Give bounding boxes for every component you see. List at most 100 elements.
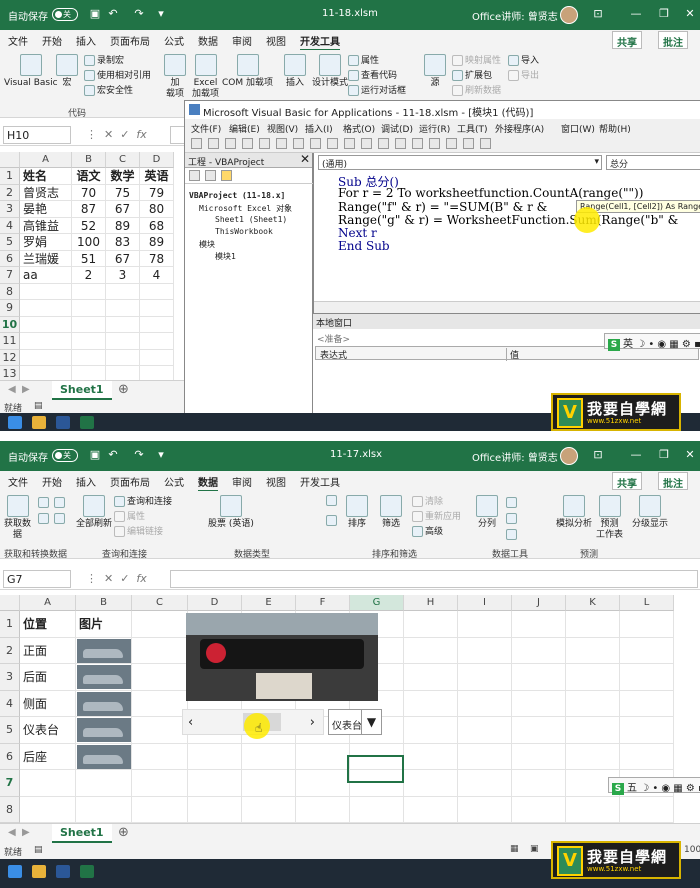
reset-icon[interactable] bbox=[378, 138, 389, 149]
table-cell[interactable] bbox=[404, 770, 458, 797]
excel-taskbar-icon[interactable] bbox=[80, 416, 94, 429]
row-header[interactable]: 3 bbox=[0, 201, 20, 218]
table-cell[interactable] bbox=[20, 283, 72, 300]
restore-icon[interactable]: ❐ bbox=[656, 6, 672, 22]
code-hscrollbar[interactable] bbox=[314, 301, 700, 313]
vbe-menu-item[interactable]: 窗口(W) bbox=[561, 122, 595, 135]
clear-filter-button[interactable]: 清除 bbox=[412, 496, 443, 508]
table-cell[interactable]: 正面 bbox=[20, 637, 76, 664]
expansion-packs-button[interactable]: 扩展包 bbox=[452, 70, 492, 82]
table-cell[interactable] bbox=[76, 796, 132, 823]
table-cell[interactable] bbox=[242, 796, 296, 823]
import-button[interactable]: 导入 bbox=[508, 55, 539, 67]
avatar[interactable] bbox=[560, 447, 578, 465]
row-header[interactable]: 1 bbox=[0, 168, 20, 185]
run-icon[interactable] bbox=[344, 138, 355, 149]
table-cell[interactable] bbox=[458, 717, 512, 744]
car-thumbnail[interactable] bbox=[77, 718, 131, 742]
scroll-left-button[interactable]: ‹ bbox=[188, 715, 193, 730]
column-header[interactable]: B bbox=[76, 595, 132, 611]
paste-icon[interactable] bbox=[276, 138, 287, 149]
tab-developer[interactable]: 开发工具 bbox=[300, 474, 340, 489]
table-cell[interactable] bbox=[620, 664, 674, 691]
undo-icon[interactable]: ↶ bbox=[106, 448, 120, 462]
vbe-menu-item[interactable]: 外接程序(A) bbox=[495, 122, 544, 135]
table-cell[interactable] bbox=[20, 333, 72, 350]
flash-fill-icon[interactable] bbox=[506, 497, 517, 508]
sheet-tab[interactable]: Sheet1 bbox=[52, 824, 112, 843]
table-cell[interactable] bbox=[106, 316, 140, 333]
table-cell[interactable] bbox=[188, 743, 242, 770]
table-cell[interactable] bbox=[512, 770, 566, 797]
table-cell[interactable] bbox=[404, 690, 458, 717]
accessibility-icon[interactable]: ▤ bbox=[34, 845, 43, 855]
copy-icon[interactable] bbox=[259, 138, 270, 149]
row-header[interactable]: 9 bbox=[0, 300, 20, 317]
table-cell[interactable]: 4 bbox=[140, 267, 174, 284]
visual-basic-button[interactable]: Visual Basic bbox=[4, 54, 58, 89]
vbe-menu-item[interactable]: 格式(O) bbox=[343, 122, 375, 135]
tree-sheet1[interactable]: Sheet1 (Sheet1) bbox=[215, 215, 287, 224]
redo-icon[interactable]: ↷ bbox=[132, 448, 146, 462]
object-combo[interactable]: (通用) ▾ bbox=[318, 155, 602, 170]
properties-button[interactable]: 属性 bbox=[348, 55, 379, 67]
object-browser-icon[interactable] bbox=[446, 138, 457, 149]
table-cell[interactable] bbox=[620, 611, 674, 638]
column-header[interactable]: A bbox=[20, 152, 72, 168]
table-cell[interactable] bbox=[72, 300, 106, 317]
table-cell[interactable] bbox=[188, 770, 242, 797]
table-cell[interactable] bbox=[566, 611, 620, 638]
tab-page-layout[interactable]: 页面布局 bbox=[110, 474, 150, 489]
table-cell[interactable]: 83 bbox=[106, 234, 140, 251]
tree-excel-objects[interactable]: Microsoft Excel 对象 bbox=[199, 203, 292, 214]
table-cell[interactable] bbox=[458, 770, 512, 797]
refresh-all-button[interactable]: 全部刷新 bbox=[76, 495, 112, 530]
minimize-icon[interactable]: — bbox=[628, 6, 644, 22]
macros-button[interactable]: 宏 bbox=[56, 54, 78, 89]
table-cell[interactable] bbox=[72, 366, 106, 380]
close-icon[interactable]: ✕ bbox=[682, 6, 698, 22]
view-object-icon[interactable] bbox=[205, 170, 216, 181]
code-line[interactable]: Range("f" & r) = "=SUM(B" & r & bbox=[338, 200, 547, 214]
table-cell[interactable] bbox=[296, 796, 350, 823]
tab-developer[interactable]: 开发工具 bbox=[300, 33, 340, 51]
table-cell[interactable] bbox=[132, 717, 188, 744]
outline-button[interactable]: 分级显示 bbox=[632, 495, 668, 530]
save-icon[interactable] bbox=[225, 138, 236, 149]
table-cell[interactable]: 兰瑞媛 bbox=[20, 250, 72, 267]
save-icon[interactable]: ▣ bbox=[88, 448, 102, 462]
row-header[interactable]: 4 bbox=[0, 217, 20, 234]
column-header[interactable]: L bbox=[620, 595, 674, 611]
tab-formulas[interactable]: 公式 bbox=[164, 33, 184, 48]
tab-review[interactable]: 审阅 bbox=[232, 474, 252, 489]
table-cell[interactable] bbox=[350, 796, 404, 823]
filter-button[interactable]: 筛选 bbox=[380, 495, 402, 530]
table-cell[interactable]: 高锥益 bbox=[20, 217, 72, 234]
row-header[interactable]: 5 bbox=[0, 717, 20, 744]
table-cell[interactable] bbox=[620, 690, 674, 717]
table-cell[interactable] bbox=[620, 796, 674, 823]
table-cell[interactable] bbox=[296, 770, 350, 797]
table-cell[interactable]: aa bbox=[20, 267, 72, 284]
table-cell[interactable] bbox=[188, 796, 242, 823]
add-sheet-icon[interactable]: ⊕ bbox=[118, 825, 129, 840]
macro-security-button[interactable]: 宏安全性 bbox=[84, 85, 133, 97]
tab-insert[interactable]: 插入 bbox=[76, 33, 96, 48]
source-button[interactable]: 源 bbox=[424, 54, 446, 89]
table-cell[interactable] bbox=[620, 743, 674, 770]
table-cell[interactable] bbox=[106, 333, 140, 350]
accessibility-icon[interactable]: ▤ bbox=[34, 401, 43, 411]
row-header[interactable]: 1 bbox=[0, 611, 20, 638]
table-cell[interactable]: 曾贤志 bbox=[20, 184, 72, 201]
cut-icon[interactable] bbox=[242, 138, 253, 149]
sheet-nav-left-icon[interactable]: ◀ bbox=[8, 827, 16, 838]
select-all-corner[interactable] bbox=[0, 152, 20, 168]
table-cell[interactable]: 79 bbox=[140, 184, 174, 201]
table-cell[interactable]: 3 bbox=[106, 267, 140, 284]
row-header[interactable]: 7 bbox=[0, 770, 20, 797]
tab-data[interactable]: 数据 bbox=[198, 33, 218, 48]
ribbon-options-icon[interactable]: ⊡ bbox=[590, 447, 606, 463]
row-header[interactable]: 3 bbox=[0, 664, 20, 691]
table-cell[interactable] bbox=[132, 637, 188, 664]
table-cell[interactable]: 75 bbox=[106, 184, 140, 201]
